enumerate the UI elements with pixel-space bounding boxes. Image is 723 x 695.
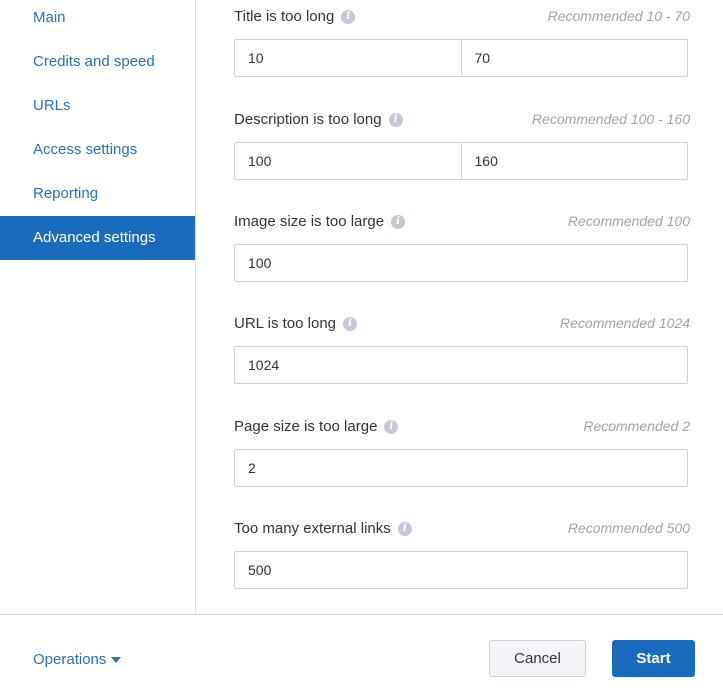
recommendation-text: Recommended 10 - 70: [547, 8, 690, 24]
recommendation-text: Recommended 100: [567, 213, 690, 229]
info-icon[interactable]: i: [341, 9, 356, 24]
title-max-input[interactable]: [460, 40, 687, 76]
recommendation-text: Recommended 500: [567, 520, 690, 536]
sidebar-item-credits-and-speed[interactable]: Credits and speed: [0, 40, 195, 84]
info-icon[interactable]: i: [384, 419, 399, 434]
description-length-field: Description is too long i Recommended 100…: [234, 111, 690, 180]
info-icon[interactable]: i: [388, 112, 403, 127]
info-icon[interactable]: i: [391, 214, 406, 229]
title-length-field: Title is too long i Recommended 10 - 70: [234, 8, 690, 77]
title-min-input[interactable]: [235, 40, 461, 76]
start-button[interactable]: Start: [612, 640, 695, 677]
cancel-button[interactable]: Cancel: [489, 640, 586, 677]
image-size-input[interactable]: [235, 245, 687, 281]
image-size-field: Image size is too large i Recommended 100: [234, 213, 690, 282]
operations-dropdown[interactable]: Operations: [33, 651, 122, 668]
recommendation-text: Recommended 2: [583, 418, 690, 434]
recommendation-text: Recommended 100 - 160: [532, 111, 690, 127]
info-icon[interactable]: i: [343, 316, 357, 331]
url-length-field: URL is too long i Recommended 1024: [234, 315, 690, 384]
field-label: Title is too long: [234, 8, 335, 25]
field-label: Image size is too large: [234, 213, 385, 230]
page-size-field: Page size is too large i Recommended 2: [234, 418, 690, 487]
footer-bar: Operations Cancel Start: [0, 614, 723, 695]
recommendation-text: Recommended 1024: [560, 315, 690, 331]
info-icon[interactable]: i: [397, 521, 412, 536]
field-label: Description is too long: [234, 111, 382, 128]
sidebar-item-access-settings[interactable]: Access settings: [0, 128, 195, 172]
field-label: Too many external links: [234, 520, 391, 537]
description-min-input[interactable]: [235, 143, 461, 179]
advanced-settings-panel: Title is too long i Recommended 10 - 70 D…: [196, 0, 723, 614]
settings-sidebar: Main Credits and speed URLs Access setti…: [0, 0, 196, 614]
sidebar-item-advanced-settings[interactable]: Advanced settings: [0, 216, 195, 260]
field-label: Page size is too large: [234, 418, 378, 435]
description-max-input[interactable]: [460, 143, 687, 179]
sidebar-item-urls[interactable]: URLs: [0, 84, 195, 128]
sidebar-item-main[interactable]: Main: [0, 0, 195, 40]
sidebar-item-reporting[interactable]: Reporting: [0, 172, 195, 216]
url-length-input[interactable]: [235, 347, 687, 383]
page-size-input[interactable]: [235, 450, 687, 486]
field-label: URL is too long: [234, 315, 336, 332]
caret-down-icon: [111, 657, 122, 664]
external-links-input[interactable]: [235, 552, 687, 588]
external-links-field: Too many external links i Recommended 500: [234, 520, 690, 589]
operations-label: Operations: [33, 651, 107, 668]
